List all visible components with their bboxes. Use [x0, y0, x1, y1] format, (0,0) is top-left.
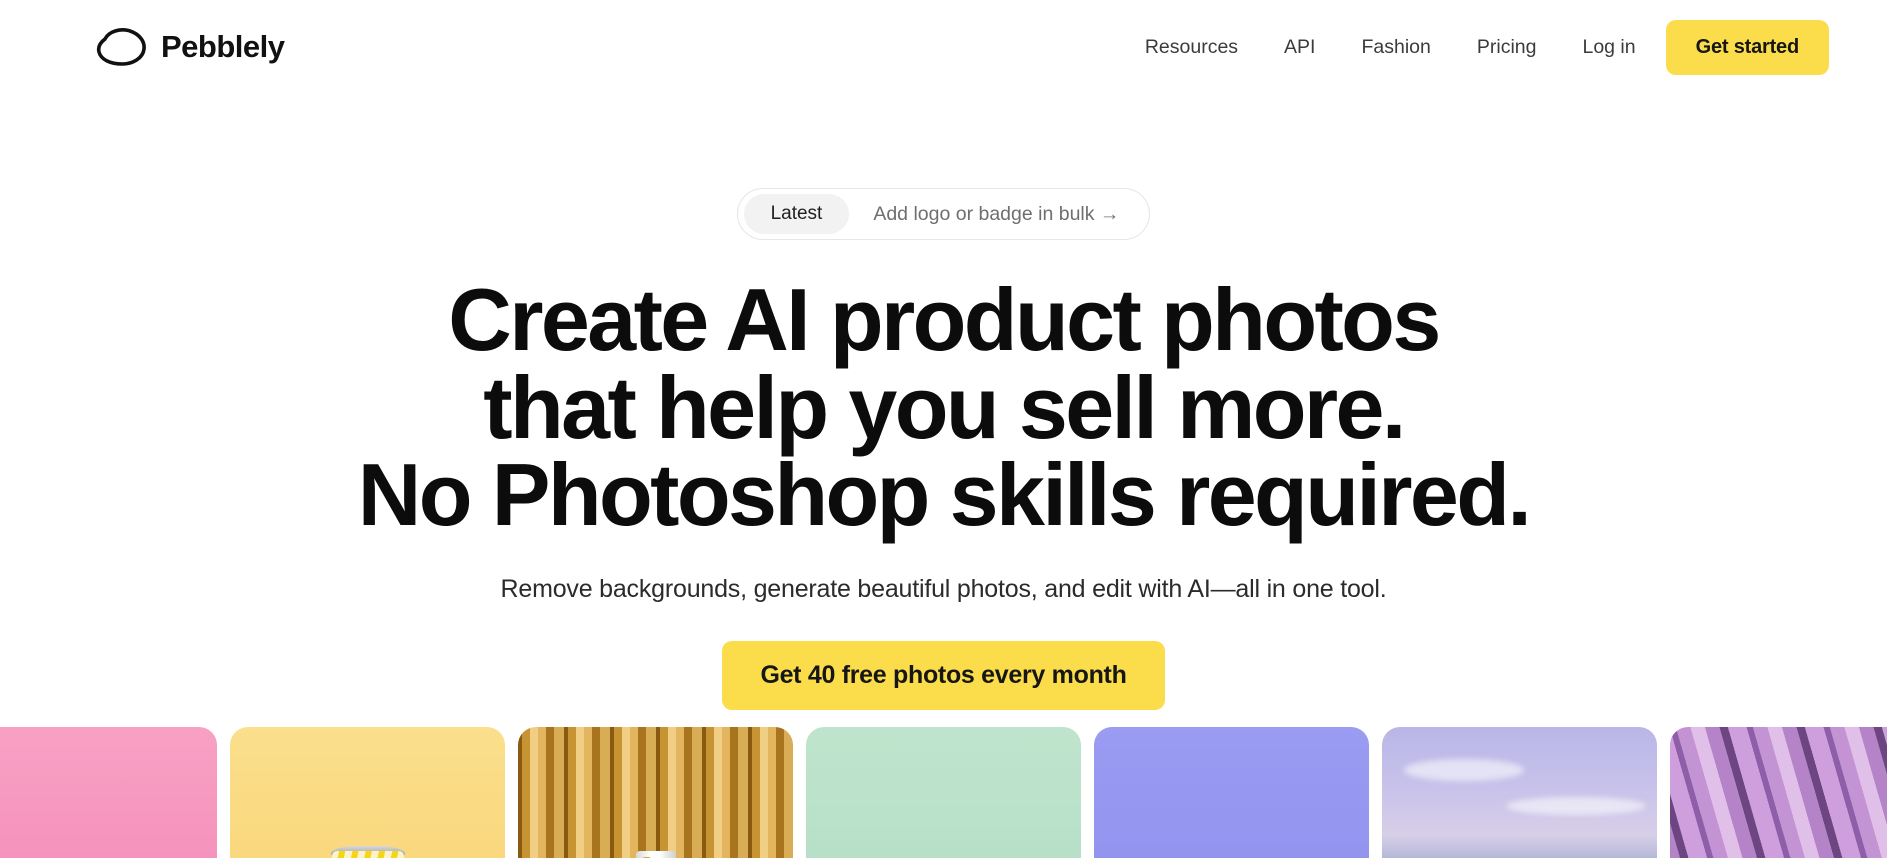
nav-link-api[interactable]: API	[1261, 26, 1338, 69]
gallery-card-laneige-mountain-jar[interactable]: LANEIGE	[1382, 727, 1657, 858]
brand-name: Pebblely	[161, 29, 285, 64]
showcase-gallery: SPARKLING WATER LimonCello la SKIN JEJUS…	[0, 727, 1887, 858]
nav-link-fashion[interactable]: Fashion	[1338, 26, 1453, 69]
announcement-pill[interactable]: Latest Add logo or badge in bulk →	[736, 188, 1151, 240]
gallery-card-limoncello-can[interactable]: SPARKLING WATER LimonCello la	[230, 727, 505, 858]
nav-link-resources[interactable]: Resources	[1122, 26, 1261, 69]
site-header: Pebblely Resources API Fashion Pricing L…	[0, 0, 1887, 94]
gallery-card-jeju-sea-water-tube[interactable]: JEJUSEAWATER FACIAL CLEANSER	[1094, 727, 1369, 858]
hero-cta-button[interactable]: Get 40 free photos every month	[722, 640, 1165, 710]
get-started-button[interactable]: Get started	[1665, 19, 1829, 75]
gallery-card-pink-bottle-cap[interactable]	[0, 727, 217, 858]
hero-headline: Create AI product photos that help you s…	[0, 276, 1887, 539]
pump-bottle-head-object	[635, 851, 676, 858]
gallery-card-mint-green-bottle[interactable]: SKIN	[806, 727, 1081, 858]
cloud-shape-2	[1506, 797, 1646, 816]
nav-link-login[interactable]: Log in	[1559, 26, 1665, 69]
headline-line-1: Create AI product photos	[448, 270, 1441, 369]
cloud-shape-1	[1404, 759, 1524, 782]
brand-logo[interactable]: Pebblely	[95, 27, 285, 67]
gallery-card-curology-silk-tube[interactable]: Curology	[1670, 727, 1887, 858]
soda-can-object: SPARKLING WATER LimonCello la	[331, 851, 404, 858]
hero-subheadline: Remove backgrounds, generate beautiful p…	[500, 574, 1387, 603]
announcement-badge: Latest	[743, 194, 850, 234]
hero-cta-wrapper: Get 40 free photos every month	[0, 640, 1887, 710]
pebble-blob-icon	[96, 28, 146, 66]
nav-link-pricing[interactable]: Pricing	[1454, 26, 1560, 69]
gallery-card-gold-pump-bottle[interactable]	[518, 727, 793, 858]
announcement-text: Add logo or badge in bulk →	[873, 202, 1120, 225]
headline-line-3: No Photoshop skills required.	[357, 445, 1532, 545]
main-nav: Resources API Fashion Pricing Log in Get…	[1122, 19, 1829, 75]
headline-line-2: that help you sell more.	[483, 357, 1406, 457]
hero-section: Latest Add logo or badge in bulk → Creat…	[0, 94, 1887, 710]
